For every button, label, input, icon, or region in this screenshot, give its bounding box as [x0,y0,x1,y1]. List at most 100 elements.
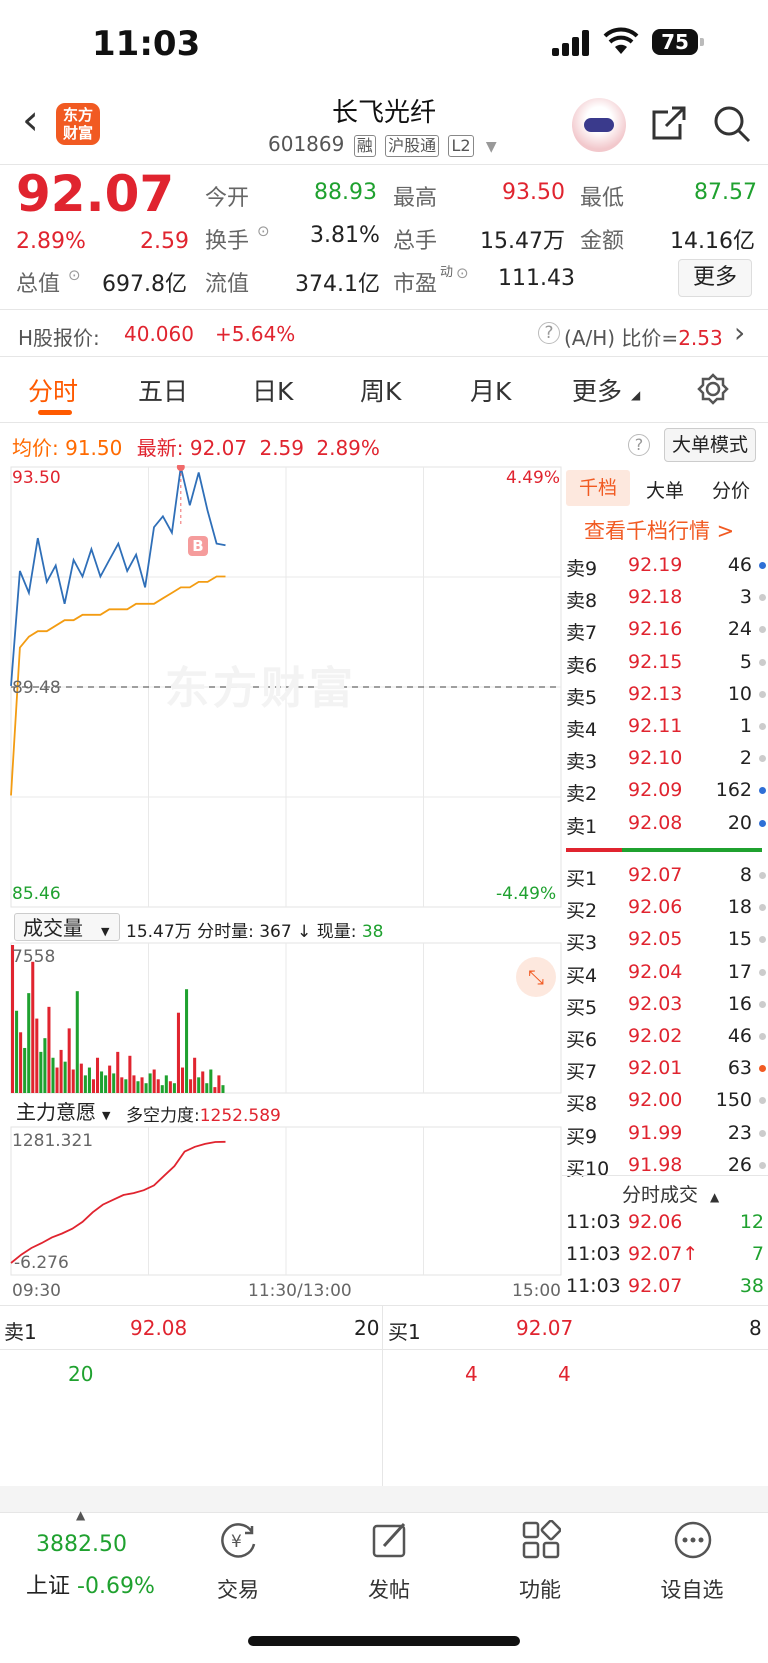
indicator-selector[interactable]: 主力意愿 ▼ [14,1098,122,1126]
bid-level-label: 买9 [566,1125,598,1148]
buy-marker[interactable]: B [188,536,208,556]
ask-price: 92.16 [628,618,683,641]
ask-row[interactable]: 卖9 92.19 46 [566,554,766,584]
home-indicator [248,1636,520,1646]
ask-price: 92.10 [628,747,683,770]
bid-price: 92.07 [628,864,683,886]
ask-row[interactable]: 卖5 92.13 10 [566,683,766,713]
ask-price: 92.09 [628,779,683,802]
tab-more[interactable]: 更多 [572,372,622,408]
bid-row[interactable]: 买4 92.04 17 [566,961,766,991]
indicator-info: 多空力度:1252.589 [126,1106,281,1126]
ask-volume: 3 [739,586,752,609]
volume-bar [176,1012,180,1093]
tag-connect: 沪股通 [385,135,440,157]
ask-row[interactable]: 卖4 92.11 1 [566,715,766,745]
trades-title[interactable]: 分时成交 ▲ [622,1180,719,1207]
bid-volume: 15 [727,928,752,951]
bid-price: 92.04 [628,960,683,983]
tab-intraday[interactable]: 分时 [28,372,78,408]
ask-row[interactable]: 卖6 92.15 5 [566,651,766,681]
tab-price-dist[interactable]: 分价 [712,476,750,503]
trade-row: 11:03 92.06 12 [566,1211,766,1241]
bid-row[interactable]: 买2 92.06 18 [566,896,766,926]
settings-gear-icon[interactable] [697,373,729,405]
expand-icon[interactable]: ⤡ [516,957,556,997]
bid-volume: 46 [727,1025,752,1047]
bid-level-label: 买7 [566,1061,598,1084]
tab-daily-k[interactable]: 日K [252,372,293,408]
functions-label[interactable]: 功能 [480,1574,600,1604]
open-label: 今开 [205,186,250,211]
ask-level-label: 卖8 [566,590,598,613]
bid-row[interactable]: 买5 92.03 16 [566,993,766,1023]
help-icon[interactable]: ? [538,322,560,344]
bid-row[interactable]: 买6 92.02 46 [566,1025,766,1055]
wifi-icon [603,27,639,54]
ask-row[interactable]: 卖8 92.18 3 [566,586,766,616]
trade-label[interactable]: 交易 [178,1574,298,1604]
volume-bar [100,1071,104,1093]
functions-grid-icon[interactable] [521,1520,561,1560]
watermark: 东方财富 [165,663,357,714]
share-icon[interactable] [650,104,688,142]
bid-level-label: 买5 [566,996,598,1019]
post-edit-icon[interactable] [370,1520,410,1560]
more-button[interactable]: 更多 [678,259,752,297]
bid-row[interactable]: 买3 92.05 15 [566,928,766,958]
ask-level-label: 卖1 [566,815,598,838]
ask-row[interactable]: 卖2 92.09 162 [566,779,766,809]
big-order-mode-button[interactable]: 大单模式 [664,428,756,462]
ask-row[interactable]: 卖7 92.16 24 [566,618,766,648]
low-value: 87.57 [694,180,757,205]
more-dots-icon[interactable] [673,1520,713,1560]
chevron-right-icon[interactable]: › [734,316,745,349]
ask-volume: 1 [739,715,752,737]
volume-bar [55,1067,59,1093]
ask-volume: 5 [739,650,752,673]
trade-yen-icon[interactable]: ¥ [218,1520,258,1560]
assistant-robot-icon[interactable] [572,98,626,152]
time-start: 09:30 [12,1281,61,1301]
tab-five-day[interactable]: 五日 [138,372,188,408]
volume-bar [205,1083,209,1093]
order-dot-icon [759,787,766,795]
info-icon[interactable]: ⊙ [456,264,469,282]
ask-volume: 24 [727,618,752,641]
volume-bar [31,961,35,1093]
index-value[interactable]: 3882.50 [36,1532,127,1557]
open-value: 88.93 [314,180,377,205]
tab-big-orders[interactable]: 大单 [646,476,684,503]
order-dot-icon [759,968,766,976]
volume-bar [87,1067,91,1093]
info-icon[interactable]: ⊙ [68,266,81,284]
stock-code-row[interactable]: 601869 融 沪股通 L2 ▼ [268,132,497,157]
view-levels-link[interactable]: 查看千档行情 > [584,515,734,545]
ask-row[interactable]: 卖1 92.08 20 [566,812,766,842]
tab-monthly-k[interactable]: 月K [470,372,511,408]
ask-price: 92.15 [628,650,683,673]
bid-row[interactable]: 买7 92.01 63 [566,1057,766,1087]
bid-price: 92.05 [628,928,683,951]
add-watchlist-label[interactable]: 设自选 [632,1574,752,1604]
ah-ratio[interactable]: (A/H) 比价=2.53 [564,322,723,351]
volume-bar [27,993,31,1093]
info-icon[interactable]: ⊙ [257,222,270,240]
ask-row[interactable]: 卖3 92.10 2 [566,747,766,777]
bid-row[interactable]: 买9 91.99 23 [566,1122,766,1152]
tab-weekly-k[interactable]: 周K [360,372,401,408]
help-icon[interactable]: ? [628,434,650,456]
y-axis-top: 93.50 [12,468,61,488]
bid-row[interactable]: 买1 92.07 8 [566,864,766,894]
index-summary[interactable]: 上证 -0.69% [26,1568,155,1600]
search-icon[interactable] [712,104,752,144]
post-label[interactable]: 发帖 [329,1574,449,1604]
change-pct: 2.89% [16,229,86,254]
intraday-chart[interactable] [0,465,562,1300]
chevron-up-icon[interactable]: ▲ [76,1508,85,1522]
volume-selector[interactable]: 成交量 ▼ [14,913,120,941]
ask-level-label: 卖7 [566,622,598,645]
tab-thousand-levels[interactable]: 千档 [566,470,630,506]
bid-row[interactable]: 买8 92.00 150 [566,1089,766,1119]
change-amount: 2.59 [140,229,189,254]
